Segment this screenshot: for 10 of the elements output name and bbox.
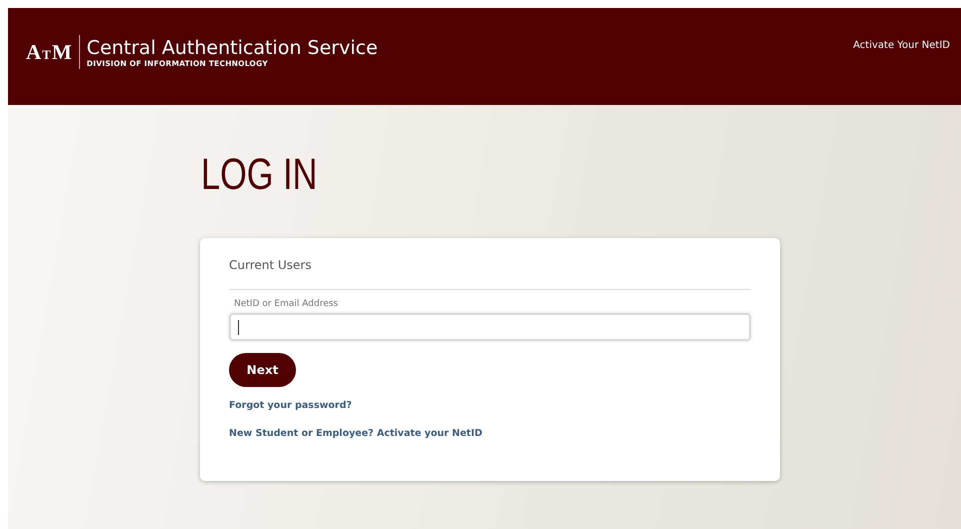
help-link[interactable]: Forgot your password?: [229, 400, 352, 411]
next-button[interactable]: Next: [229, 353, 296, 387]
netid-input-field[interactable]: [229, 313, 751, 341]
site-title: Central Authentication Service: [86, 36, 378, 58]
logo: ATM: [26, 42, 72, 62]
activate-netid-link[interactable]: Activate Your NetID: [853, 40, 950, 51]
help-link[interactable]: New Student or Employee? Activate your NetID: [229, 428, 482, 439]
page-heading: LOG IN: [201, 149, 318, 201]
field-label: NetID or Email Address: [234, 299, 338, 309]
card-title: Current Users: [229, 258, 312, 272]
